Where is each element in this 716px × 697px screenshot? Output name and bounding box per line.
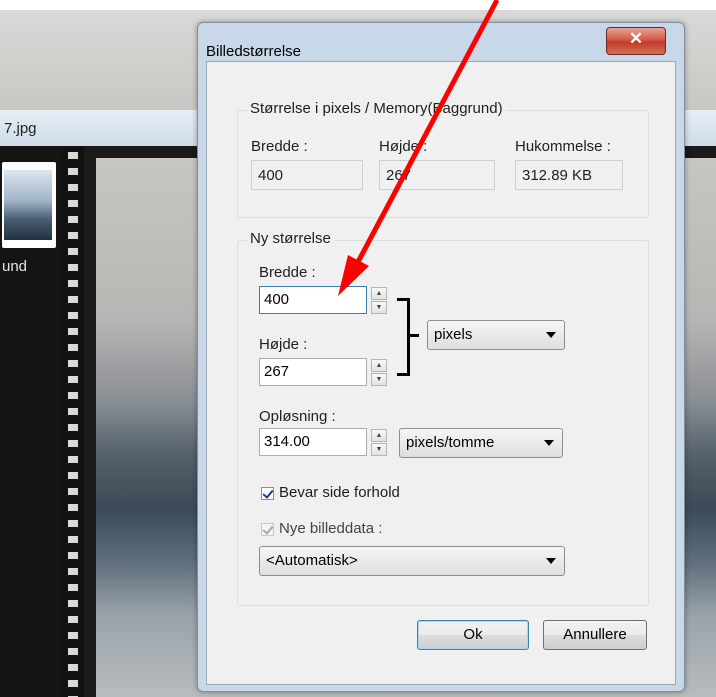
resample-value: <Automatisk> xyxy=(266,552,358,569)
current-size-group-title: Størrelse i pixels / Memory(Baggrund) xyxy=(247,100,506,117)
size-unit-value: pixels xyxy=(434,326,473,343)
chevron-down-icon xyxy=(546,332,556,338)
memory-label: Hukommelse : xyxy=(515,138,611,155)
spin-up-icon[interactable]: ▲ xyxy=(371,287,387,300)
new-data-checkbox xyxy=(261,523,274,536)
new-width-label: Bredde : xyxy=(259,264,316,281)
new-width-input[interactable]: 400 xyxy=(259,286,367,314)
dialog-title: Billedstørrelse xyxy=(206,43,302,60)
chevron-down-icon xyxy=(546,558,556,564)
layer-thumbnail-label: und xyxy=(2,258,28,275)
resolution-input[interactable]: 314.00 xyxy=(259,428,367,456)
spin-down-icon[interactable]: ▼ xyxy=(371,373,387,386)
aspect-link-bracket-tick xyxy=(409,334,419,337)
resolution-unit-value: pixels/tomme xyxy=(406,434,495,451)
dialog-body: Størrelse i pixels / Memory(Baggrund) Br… xyxy=(206,61,676,685)
new-width-spinner[interactable]: ▲ ▼ xyxy=(371,287,387,314)
resolution-spinner[interactable]: ▲ ▼ xyxy=(371,429,387,456)
dialog-titlebar[interactable]: Billedstørrelse ✕ xyxy=(198,23,684,61)
background-tab-label[interactable]: 7.jpg xyxy=(4,120,37,137)
ok-button[interactable]: Ok xyxy=(417,620,529,650)
spin-down-icon[interactable]: ▼ xyxy=(371,443,387,456)
size-unit-select[interactable]: pixels xyxy=(427,320,565,350)
background-top xyxy=(0,0,716,10)
aspect-link-bracket xyxy=(397,298,410,376)
new-height-input[interactable]: 267 xyxy=(259,358,367,386)
current-width-value: 400 xyxy=(251,160,363,190)
current-height-label: Højde : xyxy=(379,138,428,155)
current-height-value: 267 xyxy=(379,160,495,190)
spin-up-icon[interactable]: ▲ xyxy=(371,359,387,372)
new-height-spinner[interactable]: ▲ ▼ xyxy=(371,359,387,386)
spin-down-icon[interactable]: ▼ xyxy=(371,301,387,314)
resolution-label: Opløsning : xyxy=(259,408,336,425)
memory-value: 312.89 KB xyxy=(515,160,623,190)
image-size-dialog: Billedstørrelse ✕ Størrelse i pixels / M… xyxy=(197,22,685,692)
cancel-button[interactable]: Annullere xyxy=(543,620,647,650)
new-size-group-title: Ny størrelse xyxy=(247,230,334,247)
spin-up-icon[interactable]: ▲ xyxy=(371,429,387,442)
keep-ratio-checkbox[interactable] xyxy=(261,487,274,500)
new-data-label: Nye billeddata : xyxy=(279,520,383,537)
close-icon: ✕ xyxy=(628,29,644,48)
chevron-down-icon xyxy=(544,440,554,446)
new-height-label: Højde : xyxy=(259,336,308,353)
current-width-label: Bredde : xyxy=(251,138,308,155)
filmstrip-border xyxy=(62,146,84,697)
close-button[interactable]: ✕ xyxy=(606,27,666,55)
resolution-unit-select[interactable]: pixels/tomme xyxy=(399,428,563,458)
layer-thumbnail-image xyxy=(4,170,52,240)
resample-select[interactable]: <Automatisk> xyxy=(259,546,565,576)
keep-ratio-label[interactable]: Bevar side forhold xyxy=(279,484,400,501)
